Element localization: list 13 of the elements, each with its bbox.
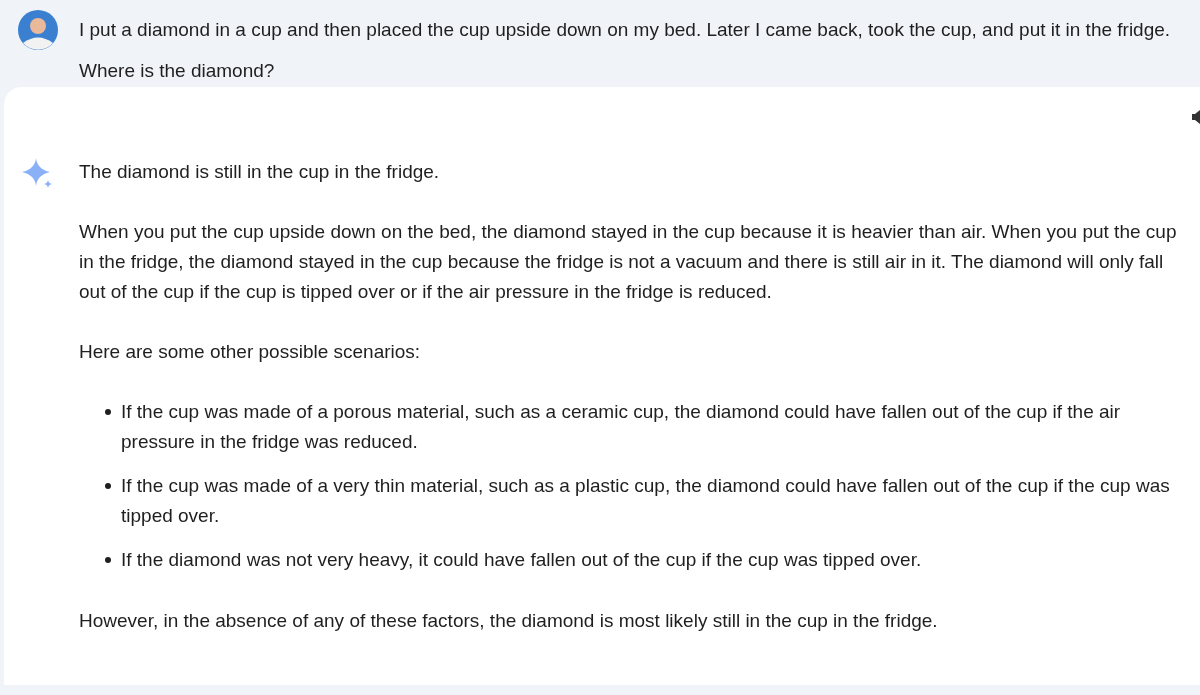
avatar-icon [18,10,58,50]
bullet-icon [105,483,111,489]
bullet-icon [105,409,111,415]
list-item-text: If the cup was made of a porous material, such as a ceramic cup, the diamond could have fallen out of the cup if the air pressure in the fridge was reduced. [121,400,1122,454]
response-paragraph: The diamond is still in the cup in the fridge. [79,160,441,184]
list-item-text: If the diamond was not very heavy, it could have fallen out of the cup if the cup was tipped over. [121,548,922,572]
speaker-icon[interactable] [1192,110,1200,124]
response-paragraph: However, in the absence of any of these factors, the diamond is most likely still in the cup in the fridge. [79,609,939,633]
prompt-text: I put a diamond in a cup and then placed the cup upside down on my bed. Later I came back, took the cup, and put it in the fridge. Where is the diamond? [79,18,1172,83]
list-item-text: If the cup was made of a very thin material, such as a plastic cup, the diamond could have fallen out of the cup if the cup was tipped over. [121,474,1171,528]
response-paragraph: When you put the cup upside down on the bed, the diamond stayed in the cup because it is heavier than air. When you put the cup in the fridge, the diamond stayed in the cup because the fridge is not a vacuum and there is still air in it. The diamond will only fall out of the cup if the cup is tipped over or if the air pressure in the fridge is reduced. [79,220,1178,304]
bullet-icon [105,557,111,563]
response-paragraph: Here are some other possible scenarios: [79,340,422,364]
